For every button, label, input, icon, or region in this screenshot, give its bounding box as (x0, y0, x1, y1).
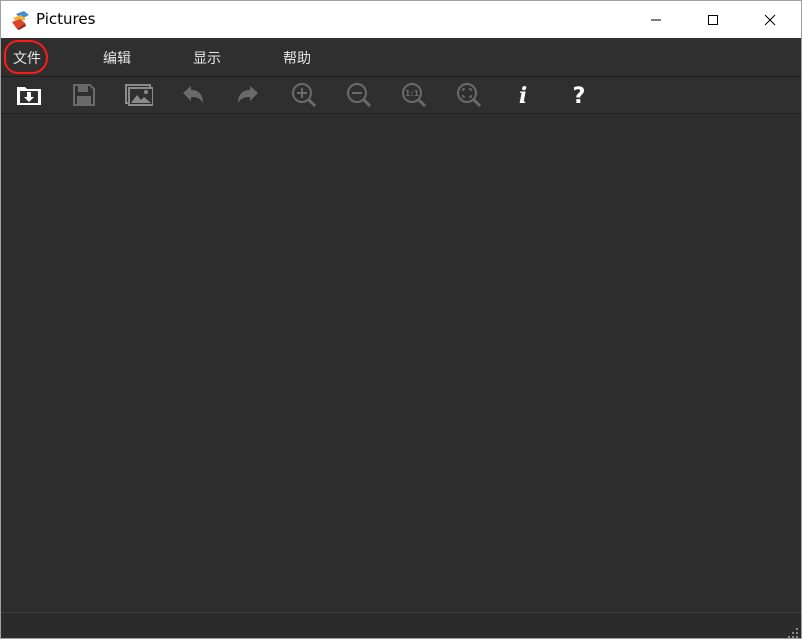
actual-size-label: 1:1 (405, 89, 420, 98)
zoom-in-button[interactable] (289, 81, 319, 109)
image-button[interactable] (124, 81, 154, 109)
menu-bar: 文件 编辑 显示 帮助 (1, 38, 801, 77)
minimize-button[interactable] (633, 1, 679, 38)
fit-window-button[interactable] (454, 81, 484, 109)
app-icon (10, 9, 32, 31)
info-button[interactable]: i (508, 81, 538, 109)
zoom-in-icon (292, 83, 317, 108)
undo-icon (183, 86, 203, 103)
save-button[interactable] (69, 81, 99, 109)
save-icon (73, 84, 95, 106)
menu-edit[interactable]: 编辑 (101, 48, 133, 68)
open-folder-icon (17, 87, 41, 105)
undo-button[interactable] (178, 81, 208, 109)
info-label: i (519, 83, 527, 108)
menu-file[interactable]: 文件 (11, 48, 43, 68)
redo-button[interactable] (233, 81, 263, 109)
image-canvas[interactable] (1, 114, 801, 612)
close-icon (764, 14, 776, 25)
maximize-button[interactable] (690, 1, 736, 38)
zoom-out-button[interactable] (344, 81, 374, 109)
help-icon: ? (573, 84, 586, 108)
toolbar: 1:1 i ? (1, 77, 801, 114)
app-window: Pictures 文件 编辑 显示 帮助 1:1 i ? (0, 0, 802, 639)
menu-help[interactable]: 帮助 (281, 48, 313, 68)
help-label: ? (573, 84, 586, 108)
actual-size-icon: 1:1 (402, 83, 427, 108)
resize-grip-icon[interactable] (787, 624, 799, 638)
close-button[interactable] (747, 1, 793, 38)
redo-icon (238, 86, 258, 103)
status-bar (1, 612, 801, 638)
zoom-out-icon (347, 83, 372, 108)
maximize-icon (708, 14, 718, 25)
minimize-icon (651, 19, 661, 20)
open-button[interactable] (14, 81, 44, 109)
title-bar[interactable]: Pictures (1, 1, 801, 38)
actual-size-button[interactable]: 1:1 (399, 81, 429, 109)
help-button[interactable]: ? (564, 81, 594, 109)
window-title: Pictures (36, 10, 96, 28)
image-icon (125, 84, 153, 106)
fit-to-window-icon (457, 83, 482, 108)
info-icon: i (519, 83, 527, 108)
menu-view[interactable]: 显示 (191, 48, 223, 68)
